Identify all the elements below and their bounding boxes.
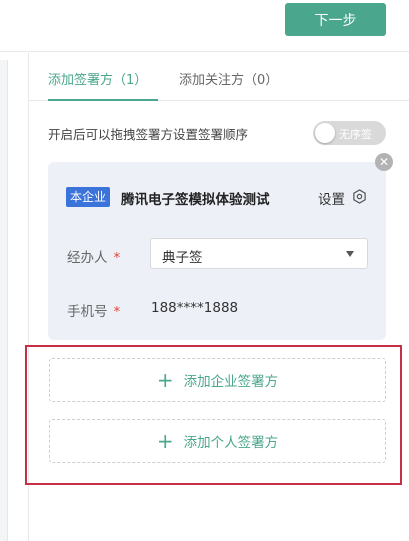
add-person-signer-label: 添加个人签署方	[183, 435, 279, 451]
toggle-label: 无序签	[339, 128, 372, 141]
operator-select[interactable]: 典子签	[150, 238, 368, 269]
top-bar: 下一步	[0, 0, 409, 52]
add-person-signer-button[interactable]: + 添加个人签署方	[49, 419, 386, 463]
active-tab-indicator	[48, 99, 158, 101]
plus-icon: +	[156, 368, 174, 392]
signing-order-toggle[interactable]: 无序签	[313, 121, 386, 145]
left-panel-edge	[0, 60, 8, 541]
toggle-knob	[315, 123, 335, 143]
phone-value: 188****1888	[151, 300, 239, 316]
required-mark: *	[113, 304, 121, 320]
company-name: 腾讯电子签模拟体验测试	[121, 192, 270, 208]
caret-down-icon	[346, 251, 354, 257]
operator-select-value: 典子签	[162, 250, 203, 266]
tab-add-follower[interactable]: 添加关注方（0）	[179, 69, 278, 88]
close-icon[interactable]: ✕	[375, 153, 393, 171]
tab-add-signer[interactable]: 添加签署方（1）	[48, 69, 147, 88]
required-mark: *	[113, 250, 121, 266]
phone-label-text: 手机号	[67, 304, 108, 320]
add-company-signer-label: 添加企业签署方	[183, 374, 279, 390]
next-step-button[interactable]: 下一步	[285, 3, 386, 36]
settings-link[interactable]: 设置	[318, 188, 345, 208]
signing-order-hint: 开启后可以拖拽签署方设置签署顺序	[48, 127, 249, 142]
operator-label: 经办人 *	[67, 246, 120, 266]
gear-icon[interactable]	[352, 189, 367, 204]
company-badge: 本企业	[66, 187, 111, 207]
tab-bar: 添加签署方（1） 添加关注方（0）	[28, 53, 409, 101]
phone-label: 手机号 *	[67, 300, 120, 320]
add-company-signer-button[interactable]: + 添加企业签署方	[49, 358, 386, 402]
operator-label-text: 经办人	[67, 250, 108, 266]
plus-icon: +	[156, 429, 174, 453]
